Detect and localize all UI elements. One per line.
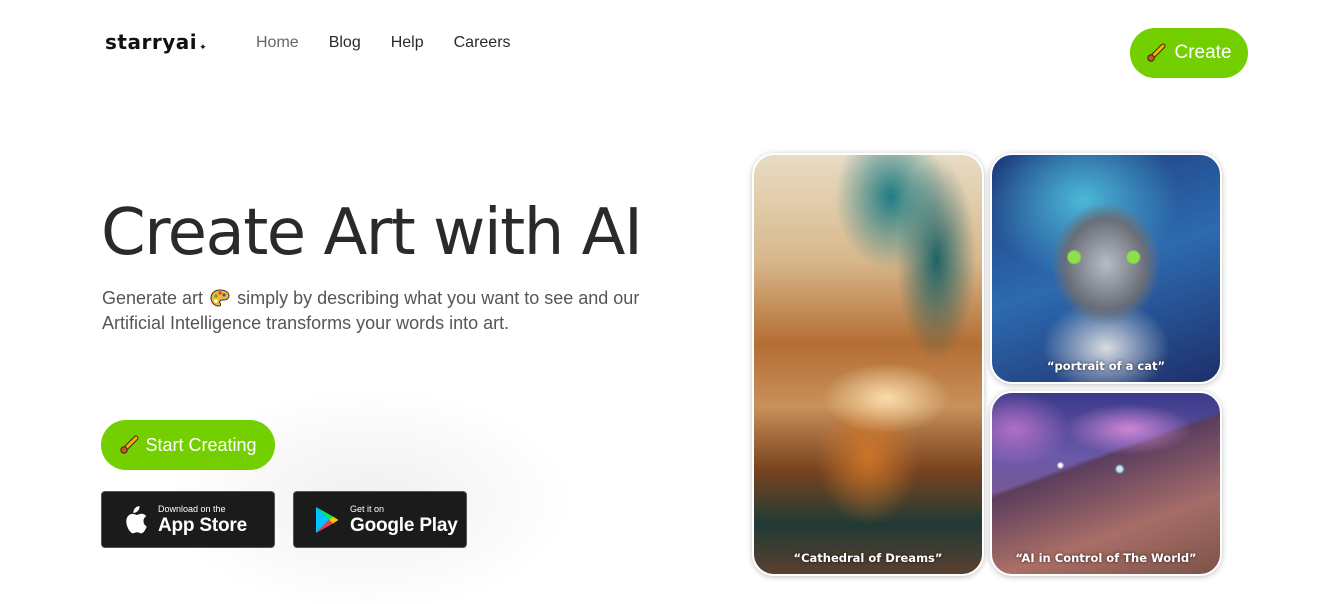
hero-title: Create Art with AI [101,196,643,270]
subtitle-text-start: Generate art [102,288,204,308]
app-store-big-text: App Store [158,514,247,536]
nav-link-blog[interactable]: Blog [329,34,361,52]
start-creating-label: Start Creating [145,434,257,455]
nav-link-home[interactable]: Home [256,34,299,52]
gallery-image-space[interactable]: “AI in Control of The World” [990,391,1222,576]
create-button[interactable]: Create [1130,28,1248,78]
top-navigation: starryai ✦ Home Blog Help Careers Create [0,0,1336,100]
paintbrush-icon [1146,43,1166,63]
app-store-button[interactable]: Download on the App Store [101,491,275,548]
gallery-caption: “AI in Control of The World” [1015,551,1197,565]
artist-palette-icon [210,288,230,308]
google-play-icon [312,505,342,535]
gallery-image-cat[interactable]: “portrait of a cat” [990,153,1222,384]
apple-icon [120,505,150,535]
gallery-caption: “Cathedral of Dreams” [793,551,943,565]
start-creating-button[interactable]: Start Creating [101,420,275,470]
nav-link-careers[interactable]: Careers [454,34,511,52]
gallery-image-cathedral[interactable]: “Cathedral of Dreams” [752,153,984,576]
sparkle-icon: ✦ [199,43,208,53]
logo-text: starryai [105,30,198,54]
gallery-caption: “portrait of a cat” [1046,359,1166,373]
nav-link-help[interactable]: Help [391,34,424,52]
nav-links: Home Blog Help Careers [256,34,541,52]
app-store-small-text: Download on the [158,503,226,514]
google-play-small-text: Get it on [350,503,385,514]
hero-subtitle: Generate art simply by describing what y… [102,286,662,336]
create-button-label: Create [1174,42,1232,63]
starryai-logo[interactable]: starryai ✦ [105,30,207,54]
paintbrush-icon [119,435,139,455]
google-play-big-text: Google Play [350,514,458,536]
google-play-button[interactable]: Get it on Google Play [293,491,467,548]
